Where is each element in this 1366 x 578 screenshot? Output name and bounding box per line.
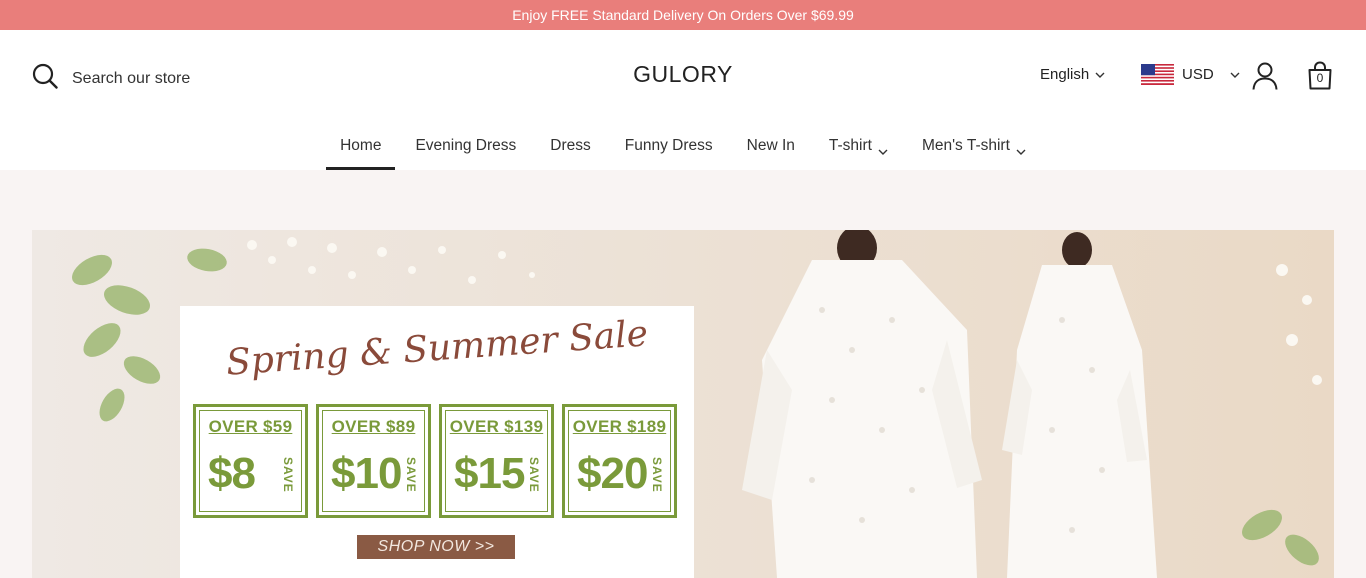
- chevron-down-icon: [1230, 66, 1240, 83]
- nav-item-label: Evening Dress: [415, 137, 517, 154]
- offer-tile: OVER $139 $15 SAVE: [439, 404, 554, 518]
- offer-amount: $15: [454, 449, 525, 498]
- nav-item-home[interactable]: Home: [326, 130, 396, 170]
- shop-now-button[interactable]: SHOP NOW >>: [357, 535, 515, 559]
- offer-list: OVER $59 $8 SAVE OVER $89 $10 SAVE OVER …: [193, 404, 677, 518]
- search-icon[interactable]: [32, 63, 58, 94]
- sale-title: Spring & Summer Sale: [224, 313, 650, 384]
- nav-item-label: New In: [746, 137, 795, 154]
- nav-item-label: Dress: [550, 137, 591, 154]
- currency-selector[interactable]: USD: [1141, 64, 1240, 85]
- offer-save-label: SAVE: [404, 457, 418, 493]
- offer-threshold: OVER $139: [449, 417, 544, 436]
- nav-item-label: Home: [340, 137, 382, 154]
- language-selector[interactable]: English: [1040, 66, 1105, 83]
- announcement-bar: Enjoy FREE Standard Delivery On Orders O…: [0, 0, 1366, 30]
- main-nav: Home Evening Dress Dress Funny Dress New…: [0, 130, 1366, 170]
- search-input[interactable]: [72, 69, 292, 88]
- offer-save-label: SAVE: [527, 457, 541, 493]
- offer-threshold: OVER $189: [572, 417, 667, 436]
- nav-item-funny-dress[interactable]: Funny Dress: [611, 130, 727, 170]
- chevron-down-icon: [1016, 143, 1026, 161]
- offer-amount: $20: [577, 449, 648, 498]
- offer-threshold: OVER $89: [331, 417, 416, 436]
- language-label: English: [1040, 66, 1090, 83]
- brand-logo[interactable]: GULORY: [633, 61, 733, 87]
- offer-amount: $10: [331, 449, 402, 498]
- nav-item-evening-dress[interactable]: Evening Dress: [401, 130, 530, 170]
- offer-amount: $8: [208, 449, 256, 498]
- sale-card: Spring & Summer Sale OVER $59 $8 SAVE OV…: [180, 306, 694, 578]
- currency-label: USD: [1182, 66, 1214, 83]
- us-flag-icon: [1141, 64, 1174, 85]
- nav-item-label: T-shirt: [828, 137, 872, 154]
- offer-tile: OVER $59 $8 SAVE: [193, 404, 308, 518]
- chevron-down-icon: [878, 143, 888, 161]
- search-bar[interactable]: [32, 63, 292, 94]
- offer-tile: OVER $189 $20 SAVE: [562, 404, 677, 518]
- offer-threshold: OVER $59: [208, 417, 293, 436]
- cart-count: 0: [1316, 71, 1324, 85]
- main-content: Spring & Summer Sale OVER $59 $8 SAVE OV…: [0, 170, 1366, 578]
- hero-banner[interactable]: Spring & Summer Sale OVER $59 $8 SAVE OV…: [32, 230, 1334, 578]
- account-button[interactable]: [1251, 61, 1279, 96]
- announcement-text: Enjoy FREE Standard Delivery On Orders O…: [512, 7, 854, 23]
- chevron-down-icon: [1095, 66, 1105, 83]
- cart-button[interactable]: 0: [1307, 61, 1333, 96]
- offer-save-label: SAVE: [281, 457, 295, 493]
- nav-item-t-shirt[interactable]: T-shirt: [815, 130, 902, 170]
- nav-item-mens-t-shirt[interactable]: Men's T-shirt: [908, 130, 1040, 170]
- offer-tile: OVER $89 $10 SAVE: [316, 404, 431, 518]
- user-icon: [1251, 62, 1279, 95]
- nav-item-label: Funny Dress: [624, 137, 713, 154]
- nav-item-label: Men's T-shirt: [921, 137, 1010, 154]
- site-header: GULORY English USD: [0, 30, 1366, 170]
- nav-item-new-in[interactable]: New In: [733, 130, 809, 170]
- offer-save-label: SAVE: [650, 457, 664, 493]
- nav-item-dress[interactable]: Dress: [536, 130, 604, 170]
